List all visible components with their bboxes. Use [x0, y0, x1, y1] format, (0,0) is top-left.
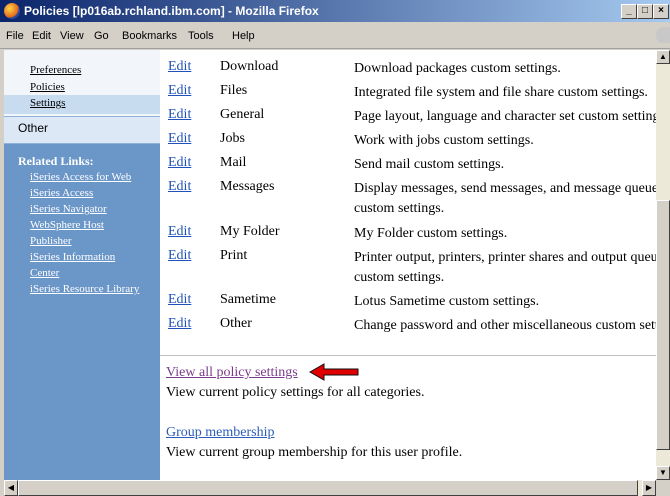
- category-name: Jobs: [220, 131, 245, 146]
- menu-help[interactable]: Help: [232, 30, 255, 42]
- related-link-access-web[interactable]: iSeries Access for Web: [30, 171, 131, 183]
- category-name: Download: [220, 59, 279, 74]
- horizontal-scrollbar[interactable]: ◀ ▶: [4, 480, 656, 496]
- view-all-description: View current policy settings for all cat…: [166, 385, 425, 400]
- category-description: Download packages custom settings.: [354, 61, 561, 76]
- nav-item-other[interactable]: Other: [4, 116, 160, 144]
- related-link-resource-library[interactable]: iSeries Resource Library: [30, 283, 139, 295]
- activity-throbber-icon: [656, 27, 670, 43]
- related-link-publisher[interactable]: Publisher: [30, 235, 72, 247]
- category-description: Page layout, language and character set …: [354, 109, 656, 124]
- category-description: My Folder custom settings.: [354, 226, 508, 241]
- menu-edit[interactable]: Edit: [32, 30, 51, 42]
- nav-link-settings[interactable]: Settings: [30, 97, 65, 109]
- category-description-cont: custom settings.: [354, 270, 445, 285]
- category-name: General: [220, 107, 265, 122]
- category-description: Printer output, printers, printer shares…: [354, 250, 656, 265]
- edit-link[interactable]: Edit: [168, 83, 191, 99]
- window-titlebar[interactable]: Policies [lp016ab.rchland.ibm.com] - Moz…: [0, 0, 670, 22]
- edit-link[interactable]: Edit: [168, 107, 191, 123]
- sidebar: Preferences Policies Settings Other Rela…: [4, 50, 160, 480]
- category-name: Print: [220, 248, 248, 263]
- scroll-right-icon[interactable]: ▶: [642, 480, 656, 496]
- settings-content: Edit Download Download packages custom s…: [160, 50, 656, 480]
- menu-bookmarks[interactable]: Bookmarks: [122, 30, 177, 42]
- category-description: Work with jobs custom settings.: [354, 133, 534, 148]
- edit-link[interactable]: Edit: [168, 316, 191, 332]
- nav-item-other-label: Other: [18, 121, 49, 135]
- category-description: Integrated file system and file share cu…: [354, 85, 648, 100]
- edit-link[interactable]: Edit: [168, 59, 191, 75]
- category-description: Send mail custom settings.: [354, 157, 505, 172]
- related-link-center[interactable]: Center: [30, 267, 59, 279]
- horizontal-scroll-thumb[interactable]: [18, 480, 638, 496]
- view-all-policy-settings-link[interactable]: View all policy settings: [166, 365, 298, 381]
- edit-link[interactable]: Edit: [168, 179, 191, 195]
- group-membership-link[interactable]: Group membership: [166, 425, 274, 441]
- vertical-scroll-thumb[interactable]: [656, 200, 670, 450]
- category-description: Lotus Sametime custom settings.: [354, 294, 540, 309]
- minimize-button[interactable]: _: [621, 4, 637, 19]
- scroll-down-icon[interactable]: ▼: [656, 466, 670, 480]
- related-link-navigator[interactable]: iSeries Navigator: [30, 203, 107, 215]
- group-membership-description: View current group membership for this u…: [166, 445, 463, 460]
- firefox-icon: [4, 3, 20, 19]
- category-name: Sametime: [220, 292, 276, 307]
- related-link-websphere[interactable]: WebSphere Host: [30, 219, 104, 231]
- close-button[interactable]: ×: [653, 4, 669, 19]
- window-title: Policies [lp016ab.rchland.ibm.com] - Moz…: [24, 4, 319, 18]
- maximize-button[interactable]: □: [637, 4, 653, 19]
- nav-link-preferences[interactable]: Preferences: [30, 64, 81, 76]
- section-divider: [160, 355, 656, 356]
- category-name: Files: [220, 83, 248, 98]
- category-description-cont: custom settings.: [354, 201, 445, 216]
- category-name: My Folder: [220, 224, 280, 239]
- category-name: Other: [220, 316, 252, 331]
- menu-file[interactable]: File: [6, 30, 24, 42]
- edit-link[interactable]: Edit: [168, 224, 191, 240]
- category-description: Display messages, send messages, and mes…: [354, 181, 656, 196]
- red-arrow-icon: [308, 363, 359, 381]
- menu-bar: File Edit View Go Bookmarks Tools Help: [0, 22, 670, 49]
- category-name: Messages: [220, 179, 275, 194]
- related-link-access[interactable]: iSeries Access: [30, 187, 93, 199]
- page-viewport: Preferences Policies Settings Other Rela…: [4, 50, 656, 480]
- category-description: Change password and other miscellaneous …: [354, 318, 656, 333]
- category-name: Mail: [220, 155, 247, 170]
- menu-tools[interactable]: Tools: [188, 30, 214, 42]
- related-link-info[interactable]: iSeries Information: [30, 251, 115, 263]
- edit-link[interactable]: Edit: [168, 248, 191, 264]
- nav-link-policies[interactable]: Policies: [30, 81, 65, 93]
- vertical-scrollbar[interactable]: ▲ ▼: [656, 50, 670, 480]
- scroll-up-icon[interactable]: ▲: [656, 50, 670, 64]
- related-links-heading: Related Links:: [18, 154, 94, 168]
- nav-selected-highlight: [4, 95, 160, 114]
- edit-link[interactable]: Edit: [168, 155, 191, 171]
- menu-go[interactable]: Go: [94, 30, 109, 42]
- edit-link[interactable]: Edit: [168, 292, 191, 308]
- scroll-left-icon[interactable]: ◀: [4, 480, 18, 496]
- menu-view[interactable]: View: [60, 30, 84, 42]
- edit-link[interactable]: Edit: [168, 131, 191, 147]
